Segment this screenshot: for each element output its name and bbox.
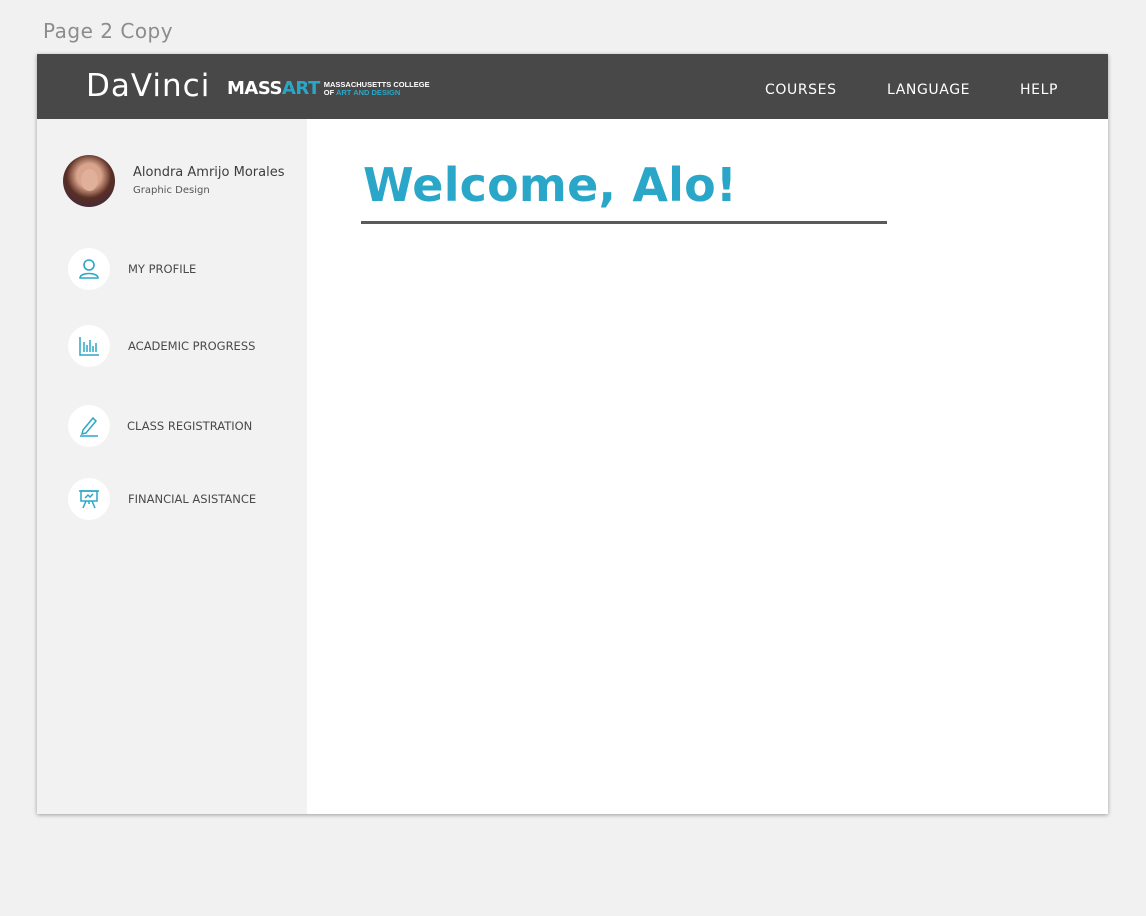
app-window: DaVinci MASS ART MASSACHUSETTS COLLEGE OF… [37,54,1108,814]
pencil-icon [68,405,110,447]
logo-subtitle-highlight: ART AND DESIGN [335,88,401,97]
sidebar-item-label: CLASS REGISTRATION [127,419,253,433]
sidebar-item-class-registration[interactable]: CLASS REGISTRATION [68,405,298,447]
nav-courses[interactable]: COURSES [765,82,837,98]
sidebar: Alondra Amrijo Morales Graphic Design MY… [37,119,307,814]
massart-logo: MASS ART MASSACHUSETTS COLLEGE OF ART AND… [227,80,430,98]
presentation-board-icon [68,478,110,520]
avatar[interactable] [63,155,115,207]
logo-art-text: ART [281,78,320,99]
avatar-face [81,169,98,191]
logo-mass-text: MASS [227,78,282,99]
logo-subtitle: MASSACHUSETTS COLLEGE OF ART AND DESIGN [324,81,430,97]
bar-chart-icon [68,325,110,367]
heading-divider [361,221,887,224]
user-name: Alondra Amrijo Morales [133,165,285,180]
sidebar-item-label: MY PROFILE [128,262,197,276]
sidebar-item-label: FINANCIAL ASISTANCE [128,492,257,506]
nav-help[interactable]: HELP [1020,82,1058,98]
brand-title[interactable]: DaVinci [86,68,210,104]
nav-language[interactable]: LANGUAGE [887,82,970,98]
logo-subtitle-prefix: OF [323,88,336,97]
sidebar-item-my-profile[interactable]: MY PROFILE [68,248,298,290]
top-navbar: DaVinci MASS ART MASSACHUSETTS COLLEGE OF… [37,54,1108,119]
logo-subtitle-line2: OF ART AND DESIGN [324,89,430,97]
artboard-label: Page 2 Copy [43,19,174,43]
sidebar-item-label: ACADEMIC PROGRESS [128,339,256,353]
welcome-heading: Welcome, Alo! [363,158,738,212]
sidebar-item-academic-progress[interactable]: ACADEMIC PROGRESS [68,325,298,367]
user-icon [68,248,110,290]
user-major: Graphic Design [133,185,210,196]
sidebar-item-financial-asistance[interactable]: FINANCIAL ASISTANCE [68,478,298,520]
